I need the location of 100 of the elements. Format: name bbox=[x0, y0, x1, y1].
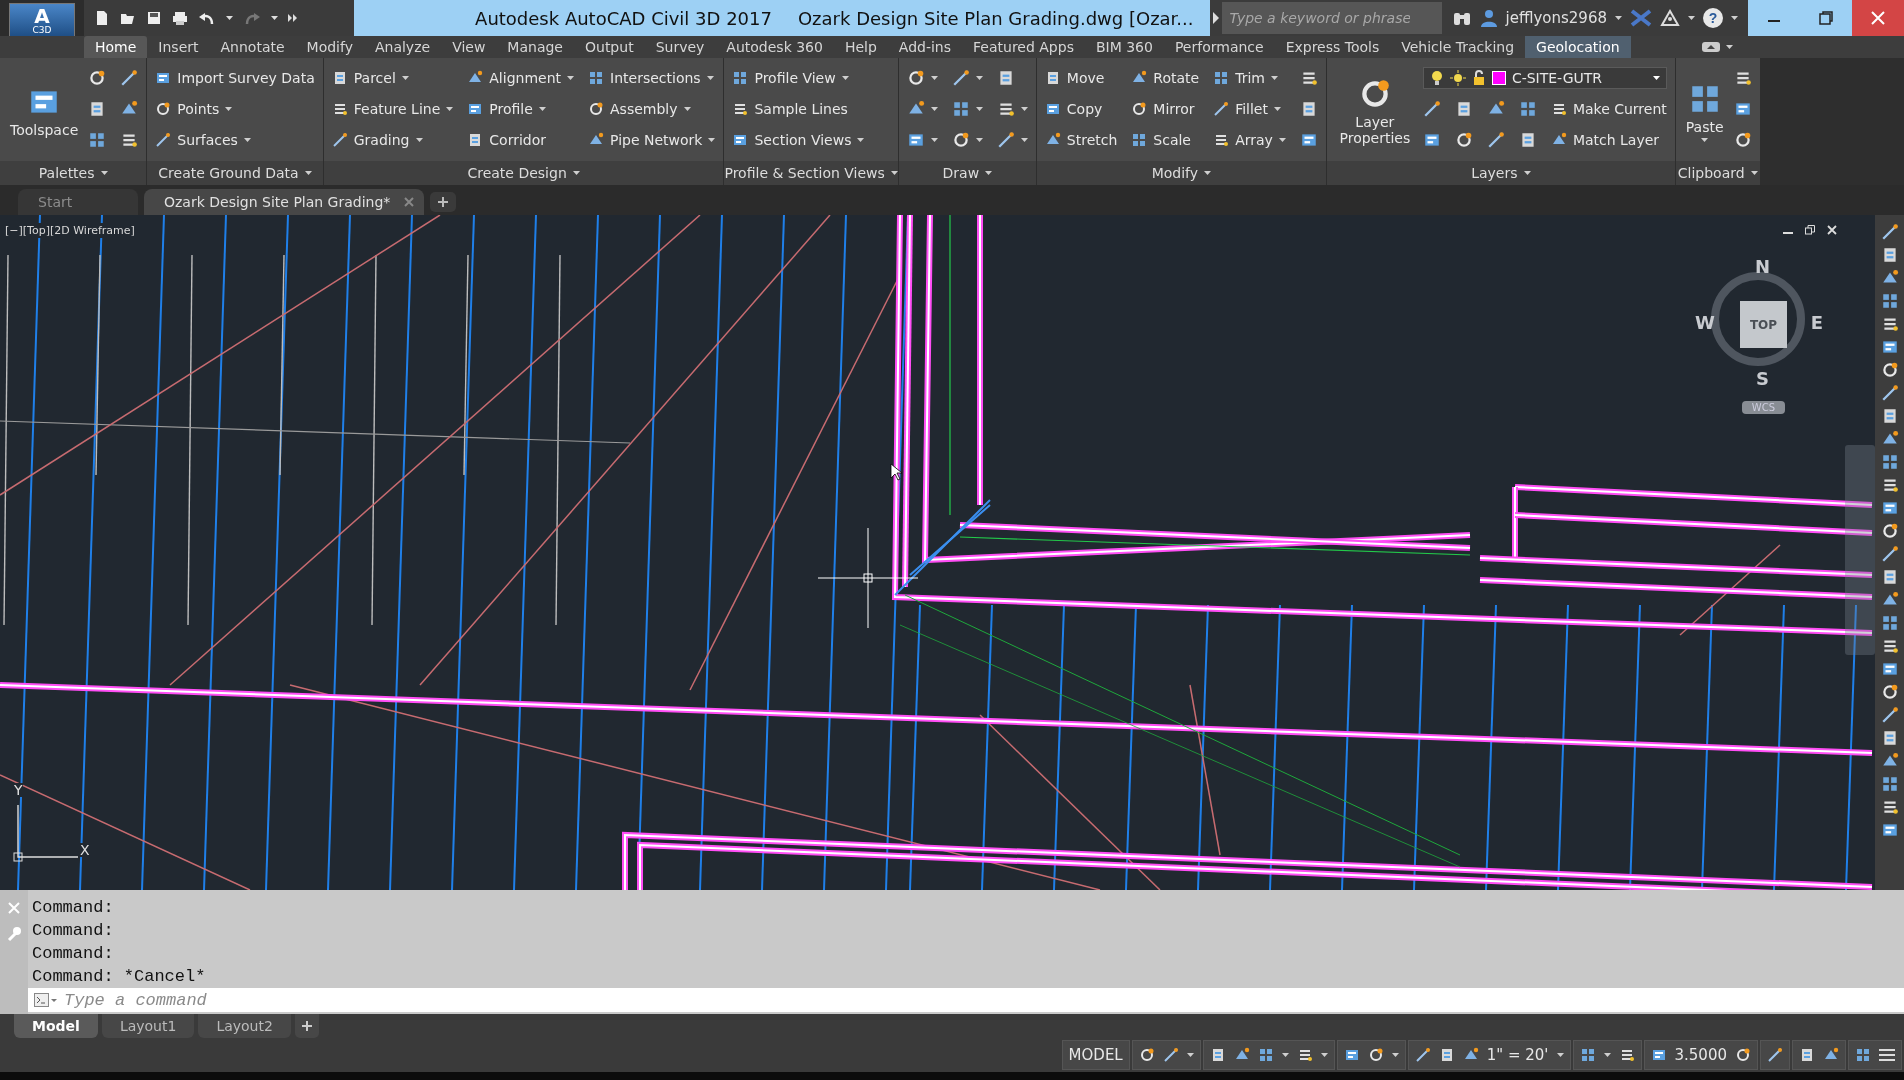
ribbon-tab[interactable]: Manage bbox=[496, 36, 574, 58]
caret-icon[interactable] bbox=[975, 137, 983, 142]
caret-icon[interactable] bbox=[225, 106, 233, 111]
ribbon-button[interactable]: Trim bbox=[1213, 69, 1286, 86]
tool-icon[interactable] bbox=[1880, 361, 1899, 379]
tool-icon[interactable] bbox=[1880, 683, 1899, 701]
username[interactable]: jefflyons2968 bbox=[1505, 9, 1607, 27]
tool-icon[interactable] bbox=[1880, 660, 1899, 678]
caret-icon[interactable] bbox=[304, 171, 312, 175]
caret-icon[interactable] bbox=[708, 137, 716, 142]
tool-icon[interactable] bbox=[1880, 706, 1899, 724]
tool-icon[interactable] bbox=[1735, 1047, 1751, 1063]
caret-icon[interactable] bbox=[567, 75, 575, 80]
caret-icon[interactable] bbox=[1391, 1053, 1399, 1057]
ribbon-button[interactable]: Points bbox=[155, 100, 315, 117]
caret-icon[interactable] bbox=[890, 171, 898, 175]
ribbon-button[interactable]: Profile bbox=[467, 100, 575, 117]
caret-icon[interactable] bbox=[1020, 106, 1028, 111]
tool-icon[interactable] bbox=[1880, 545, 1899, 563]
ribbon-button[interactable]: Pipe Network bbox=[588, 131, 716, 148]
panel-title[interactable]: Modify bbox=[1151, 165, 1199, 181]
ribbon-button[interactable]: Parcel bbox=[331, 69, 454, 86]
restore-icon[interactable] bbox=[1805, 225, 1815, 235]
viewport-controls-label[interactable]: [−][Top][2D Wireframe] bbox=[3, 223, 137, 238]
search-box[interactable]: Type a keyword or phrase bbox=[1221, 2, 1442, 34]
tool-icon[interactable] bbox=[1733, 130, 1752, 149]
caret-icon[interactable] bbox=[930, 137, 938, 142]
new-tab-button[interactable] bbox=[430, 192, 457, 212]
caret-icon[interactable] bbox=[401, 75, 409, 80]
tool-icon[interactable] bbox=[1213, 100, 1230, 117]
ribbon-button[interactable]: Toolspace bbox=[8, 62, 81, 161]
redo-icon[interactable] bbox=[243, 10, 261, 26]
prompt-icon[interactable] bbox=[34, 992, 58, 1008]
tool-icon[interactable] bbox=[1486, 130, 1505, 149]
tool-icon[interactable] bbox=[1138, 1047, 1155, 1063]
tool-icon[interactable] bbox=[1880, 614, 1899, 632]
new-file-icon[interactable] bbox=[94, 10, 110, 26]
caret-icon[interactable] bbox=[1523, 171, 1531, 175]
layer-dropdown[interactable]: C-SITE-GUTR bbox=[1422, 66, 1667, 89]
ribbon-button[interactable]: Move bbox=[1044, 69, 1118, 86]
print-icon[interactable] bbox=[172, 10, 188, 26]
tool-icon[interactable] bbox=[996, 130, 1015, 149]
tool-icon[interactable] bbox=[1131, 100, 1148, 117]
caret-icon[interactable] bbox=[1320, 1053, 1328, 1057]
ribbon-button[interactable]: Section Views bbox=[732, 131, 865, 148]
caret-icon[interactable] bbox=[930, 75, 938, 80]
tool-icon[interactable] bbox=[1880, 499, 1899, 517]
user-icon[interactable] bbox=[1479, 9, 1498, 27]
ribbon-tab[interactable]: Geolocation bbox=[1525, 36, 1631, 58]
ribbon-button[interactable]: Sample Lines bbox=[732, 100, 865, 117]
caret-icon[interactable] bbox=[1186, 1053, 1194, 1057]
maximize-icon[interactable] bbox=[1819, 11, 1833, 25]
navigation-bar[interactable] bbox=[1845, 445, 1875, 655]
ribbon-button[interactable]: Alignment bbox=[467, 69, 575, 86]
undo-icon[interactable] bbox=[198, 10, 216, 26]
caret-icon[interactable] bbox=[271, 16, 278, 20]
ribbon-button[interactable]: Corridor bbox=[467, 131, 575, 148]
ribbon-tab[interactable]: Express Tools bbox=[1274, 36, 1391, 58]
ribbon-button[interactable]: Copy bbox=[1044, 100, 1118, 117]
icon-button[interactable] bbox=[951, 68, 983, 87]
caret-icon[interactable] bbox=[1281, 1053, 1289, 1057]
viewcube-face[interactable]: TOP bbox=[1740, 301, 1787, 348]
ribbon-tab[interactable]: Annotate bbox=[209, 36, 296, 58]
tool-icon[interactable] bbox=[1880, 292, 1899, 310]
ribbon-button[interactable]: Intersections bbox=[588, 69, 716, 86]
tool-icon[interactable] bbox=[120, 68, 139, 87]
sun-icon[interactable] bbox=[1449, 69, 1466, 86]
caret-icon[interactable] bbox=[1603, 1053, 1611, 1057]
panel-title[interactable]: Layers bbox=[1471, 165, 1518, 181]
caret-icon[interactable] bbox=[1556, 1053, 1564, 1057]
tool-icon[interactable] bbox=[1880, 821, 1899, 839]
tool-icon[interactable] bbox=[1880, 453, 1899, 471]
ribbon-button[interactable]: Profile View bbox=[732, 69, 865, 86]
layout-tab[interactable]: Layout2 bbox=[198, 1014, 291, 1038]
caret-icon[interactable] bbox=[1701, 137, 1709, 142]
ribbon-tab[interactable]: Autodesk 360 bbox=[715, 36, 834, 58]
caret-icon[interactable] bbox=[985, 171, 993, 175]
tool-icon[interactable] bbox=[588, 100, 605, 117]
tool-icon[interactable] bbox=[951, 130, 970, 149]
caret-icon[interactable] bbox=[1270, 75, 1278, 80]
caret-icon[interactable] bbox=[975, 106, 983, 111]
caret-icon[interactable] bbox=[538, 106, 546, 111]
tool-icon[interactable] bbox=[906, 68, 925, 87]
compass-direction[interactable]: W bbox=[1695, 312, 1715, 333]
caret-icon[interactable] bbox=[706, 75, 714, 80]
save-icon[interactable] bbox=[146, 10, 162, 26]
ribbon-tab[interactable]: Home bbox=[84, 36, 148, 58]
panel-title[interactable]: Draw bbox=[942, 165, 980, 181]
compass-direction[interactable]: N bbox=[1755, 256, 1771, 277]
tool-icon[interactable] bbox=[1422, 99, 1441, 118]
ribbon-button[interactable]: Match Layer bbox=[1550, 131, 1667, 148]
caret-icon[interactable] bbox=[1731, 16, 1738, 20]
ribbon-button[interactable]: Assembly bbox=[588, 100, 716, 117]
ribbon-tab[interactable]: Add-ins bbox=[887, 36, 963, 58]
tool-icon[interactable] bbox=[155, 131, 172, 148]
icon-button[interactable] bbox=[906, 68, 938, 87]
caret-icon[interactable] bbox=[1652, 75, 1660, 80]
ribbon-tab[interactable]: Modify bbox=[295, 36, 364, 58]
icon-button[interactable] bbox=[951, 99, 983, 118]
ribbon-tab[interactable]: Insert bbox=[147, 36, 210, 58]
